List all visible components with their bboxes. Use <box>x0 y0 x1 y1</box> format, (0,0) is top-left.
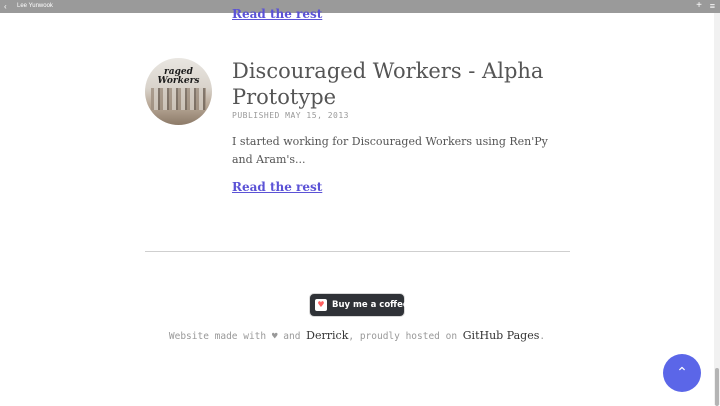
footer-text-suffix: . <box>539 331 546 342</box>
coffee-button-label: Buy me a coffee <box>332 300 409 310</box>
chevron-left-icon[interactable]: ‹ <box>4 2 7 11</box>
browser-top-bar: ‹ Lee Yunwook + ≡ <box>0 0 720 13</box>
window-title: Lee Yunwook <box>17 3 53 9</box>
derrick-link[interactable]: Derrick <box>306 329 348 342</box>
github-pages-link[interactable]: GitHub Pages <box>463 329 540 342</box>
buy-me-a-coffee-button[interactable]: ♥ Buy me a coffee <box>309 293 409 317</box>
scrollbar-thumb[interactable] <box>715 368 719 406</box>
menu-icon[interactable]: ≡ <box>710 1 715 11</box>
previous-post-read-more-link[interactable]: Read the rest <box>232 7 322 21</box>
chevron-up-icon: ⌃ <box>676 365 688 381</box>
thumbnail-shelves <box>151 88 206 110</box>
page-scrollbar[interactable] <box>714 13 720 406</box>
footer-divider <box>145 251 570 252</box>
post-thumbnail[interactable]: raged Workers <box>145 58 212 125</box>
plus-icon[interactable]: + <box>696 1 702 11</box>
thumbnail-caption: raged Workers <box>157 67 200 86</box>
footer-text-prefix: Website made with <box>168 331 272 342</box>
post-read-more-link[interactable]: Read the rest <box>232 180 322 194</box>
coffee-cup-icon: ♥ <box>315 299 327 311</box>
post-date: PUBLISHED MAY 15, 2013 <box>232 111 349 120</box>
post-title[interactable]: Discouraged Workers - Alpha Prototype <box>232 58 562 110</box>
post-excerpt: I started working for Discouraged Worker… <box>232 135 548 166</box>
site-footer: Website made with ♥ and Derrick, proudly… <box>0 329 714 342</box>
scroll-to-top-button[interactable]: ⌃ <box>663 354 701 392</box>
footer-text-and: and <box>277 331 307 342</box>
footer-text-hosted: , proudly hosted on <box>348 331 463 342</box>
